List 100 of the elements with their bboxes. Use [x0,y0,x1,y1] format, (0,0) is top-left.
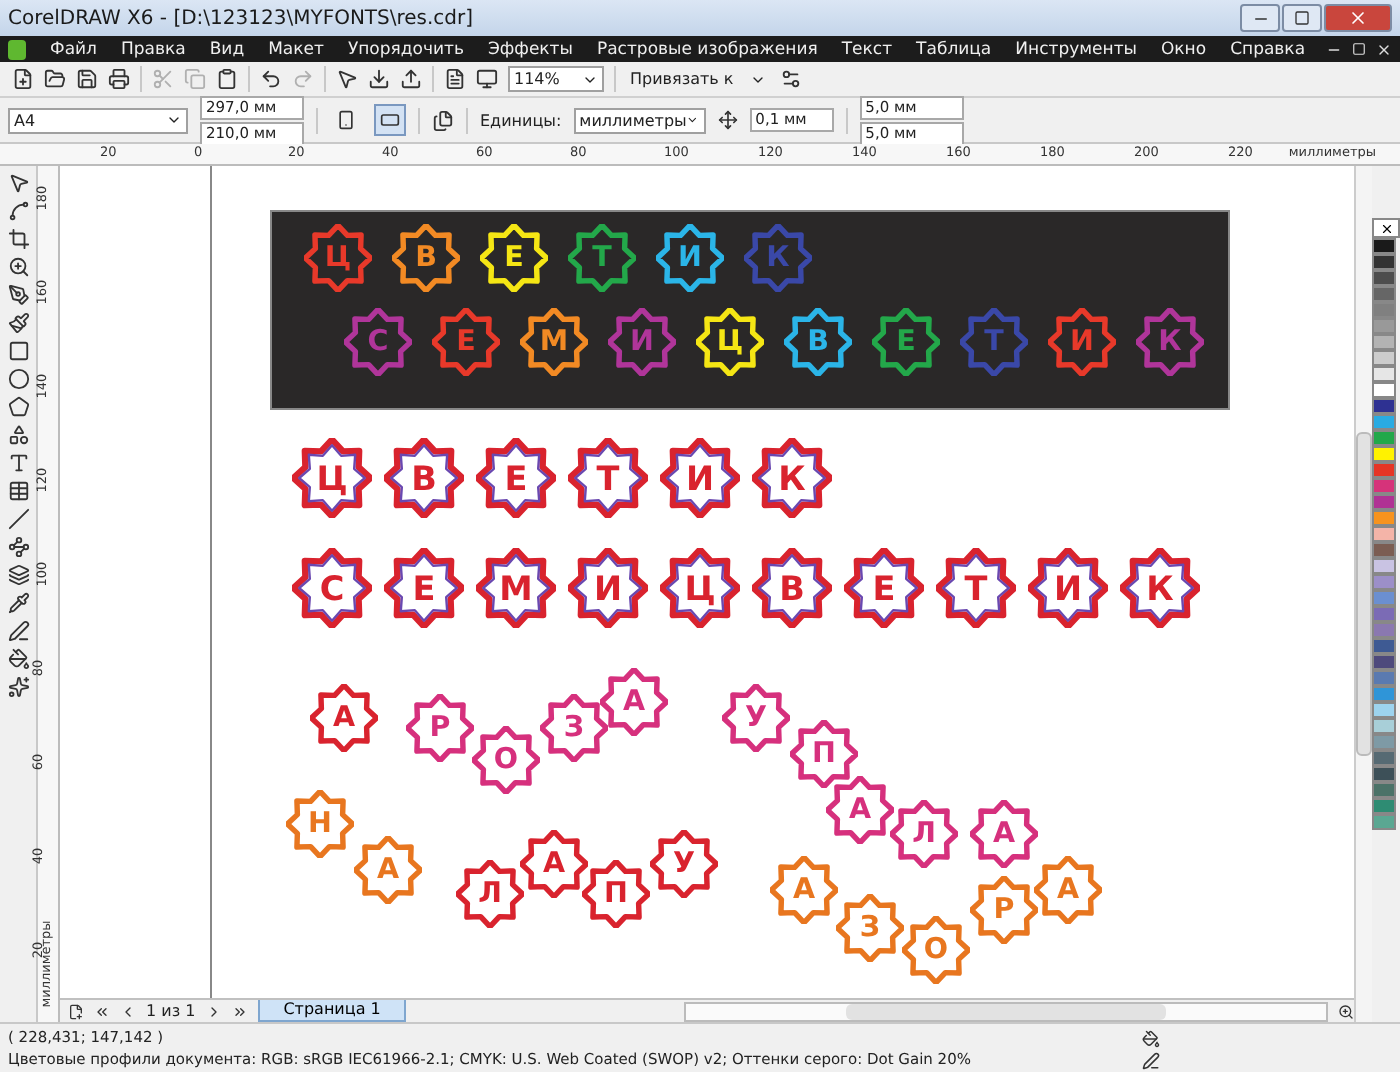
maximize-button[interactable] [1282,4,1322,32]
fill-bucket-icon[interactable] [7,648,29,670]
color-swatch[interactable] [1372,462,1396,478]
page-size-dropdown[interactable]: A4 [8,107,188,133]
table-icon[interactable] [7,480,29,502]
color-swatch[interactable] [1372,782,1396,798]
pages-icon[interactable] [432,109,454,131]
brush-icon[interactable] [7,312,29,334]
close-button[interactable] [1324,4,1392,32]
no-color-swatch[interactable] [1372,218,1400,238]
menu-item[interactable]: Текст [829,39,905,59]
color-swatch[interactable] [1372,606,1396,622]
color-swatch[interactable] [1372,366,1396,382]
color-swatch[interactable] [1372,510,1396,526]
last-page-icon[interactable] [231,1003,248,1019]
close-icon[interactable] [1376,41,1392,57]
color-swatch[interactable] [1372,286,1396,302]
color-swatch[interactable] [1372,622,1396,638]
line-icon[interactable] [7,508,29,530]
color-swatch[interactable] [1372,478,1396,494]
color-swatch[interactable] [1372,734,1396,750]
eyedropper-icon[interactable] [7,592,29,614]
ellipse-icon[interactable] [7,368,29,390]
rectangle-icon[interactable] [7,340,29,362]
color-swatch[interactable] [1372,334,1396,350]
orientation-button[interactable] [374,104,406,136]
snap-dropdown[interactable]: Привязать к [626,66,770,92]
pointer-icon[interactable] [7,172,29,194]
open-folder-icon[interactable] [44,68,66,90]
color-swatch[interactable] [1372,766,1396,782]
outline-pen-icon[interactable] [7,620,29,642]
color-swatch[interactable] [1372,542,1396,558]
color-swatch[interactable] [1372,446,1396,462]
add-page-icon[interactable] [68,1003,84,1019]
horizontal-scrollbar[interactable] [684,1001,1328,1021]
zoom-icon[interactable] [7,256,29,278]
zoom-icon[interactable] [1338,1003,1354,1019]
units-dropdown[interactable]: миллиметры [573,107,706,133]
settings-icon[interactable] [780,68,802,90]
new-file-icon[interactable] [12,68,34,90]
shapes-icon[interactable] [7,424,29,446]
color-swatch[interactable] [1372,350,1396,366]
color-swatch[interactable] [1372,318,1396,334]
menu-item[interactable]: Правка [108,39,198,59]
color-swatch[interactable] [1372,798,1396,814]
color-swatch[interactable] [1372,494,1396,510]
color-swatch[interactable] [1372,590,1396,606]
print-icon[interactable] [108,68,130,90]
curve-icon[interactable] [7,200,29,222]
color-swatch[interactable] [1372,254,1396,270]
menu-item[interactable]: Инструменты [1003,39,1149,59]
menu-item[interactable]: Вид [197,39,257,59]
color-swatch[interactable] [1372,430,1396,446]
color-swatch[interactable] [1372,718,1396,734]
text-icon[interactable] [7,452,29,474]
export-icon[interactable] [400,68,422,90]
menu-item[interactable]: Справка [1218,39,1318,59]
color-swatch[interactable] [1372,574,1396,590]
color-swatch[interactable] [1372,702,1396,718]
color-swatch[interactable] [1372,750,1396,766]
color-swatch[interactable] [1372,558,1396,574]
layers-icon[interactable] [7,564,29,586]
save-icon[interactable] [76,68,98,90]
color-swatch[interactable] [1372,654,1396,670]
color-swatch[interactable] [1372,302,1396,318]
color-swatch[interactable] [1372,814,1396,830]
menu-item[interactable]: Файл [38,39,109,59]
first-page-icon[interactable] [94,1003,110,1019]
restore-icon[interactable] [1352,41,1366,55]
minimize-button[interactable] [1240,4,1280,32]
vertical-scrollbar[interactable] [1354,166,1372,1022]
polygon-icon[interactable] [7,396,29,418]
color-swatch[interactable] [1372,414,1396,430]
color-swatch[interactable] [1372,526,1396,542]
menu-item[interactable]: Макет [256,39,336,59]
document-icon[interactable] [444,68,466,90]
color-swatch[interactable] [1372,382,1396,398]
color-swatch[interactable] [1372,670,1396,686]
pen-icon[interactable] [7,284,29,306]
menu-item[interactable]: Растровые изображения [584,39,830,59]
page-tab[interactable]: Страница 1 [257,1000,407,1022]
import-icon[interactable] [368,68,390,90]
zoom-dropdown[interactable]: 114% [508,66,604,92]
color-swatch[interactable] [1372,238,1396,254]
menu-item[interactable]: Эффекты [475,39,585,59]
color-swatch[interactable] [1372,270,1396,286]
monitor-icon[interactable] [476,68,498,90]
paste-icon[interactable] [216,68,238,90]
color-swatch[interactable] [1372,638,1396,654]
pointer-icon[interactable] [336,68,358,90]
menu-item[interactable]: Упорядочить [335,39,476,59]
menu-item[interactable]: Таблица [904,39,1004,59]
color-swatch[interactable] [1372,686,1396,702]
previous-page-icon[interactable] [120,1003,136,1019]
undo-icon[interactable] [260,68,282,90]
color-swatch[interactable] [1372,398,1396,414]
menu-item[interactable]: Окно [1148,39,1219,59]
crop-icon[interactable] [7,228,29,250]
sparkle-icon[interactable] [7,676,29,698]
connector-icon[interactable] [7,536,29,558]
